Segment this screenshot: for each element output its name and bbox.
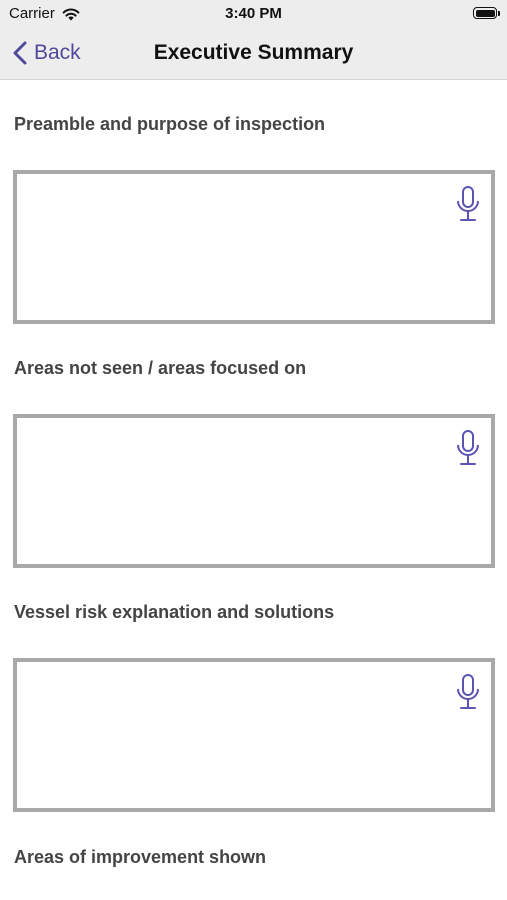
vessel-risk-text-area[interactable] — [13, 658, 495, 812]
status-bar: Carrier 3:40 PM — [0, 0, 507, 30]
section-label-preamble: Preamble and purpose of inspection — [14, 114, 326, 134]
battery-icon — [473, 7, 500, 19]
preamble-text-area[interactable] — [13, 170, 495, 324]
microphone-icon[interactable] — [455, 185, 481, 223]
section-label-vessel-risk: Vessel risk explanation and solutions — [14, 602, 335, 622]
microphone-icon[interactable] — [455, 673, 481, 711]
microphone-icon[interactable] — [455, 429, 481, 467]
clock: 3:40 PM — [225, 5, 282, 22]
page-title: Executive Summary — [153, 41, 354, 64]
navigation-bar: Back Executive Summary — [0, 30, 507, 80]
areas-not-seen-text-area[interactable] — [13, 414, 495, 568]
section-label-areas-of-improvement: Areas of improvement shown — [14, 847, 267, 867]
section-label-areas-not-seen: Areas not seen / areas focused on — [14, 358, 307, 378]
